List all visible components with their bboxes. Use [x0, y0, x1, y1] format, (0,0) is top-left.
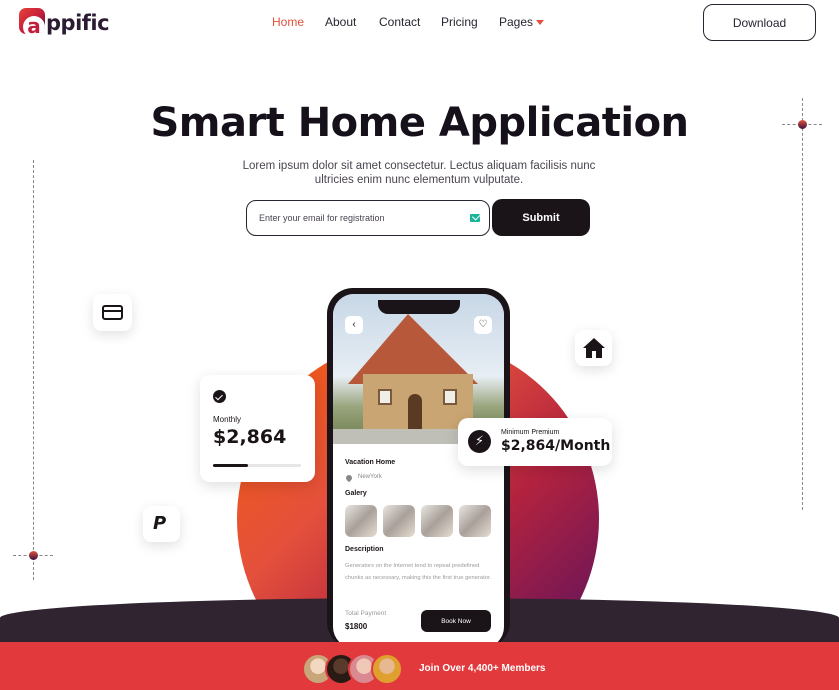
gallery-label: Galery — [345, 490, 367, 497]
hero-title: Smart Home Application — [150, 100, 689, 146]
monthly-progress-bar — [213, 464, 301, 467]
email-field-container — [246, 200, 490, 236]
mail-icon — [470, 214, 480, 222]
monthly-label: Monthly — [213, 415, 242, 424]
description-label: Description — [345, 546, 384, 553]
gallery-thumb[interactable] — [421, 505, 453, 537]
download-button[interactable]: Download — [703, 4, 816, 41]
phone-mockup: ‹ ♡ Vacation Home NewYork Galery Descrip… — [327, 288, 510, 648]
decor-dashed-line-left — [33, 160, 34, 580]
nav-item-pricing[interactable]: Pricing — [441, 15, 478, 29]
gallery-thumb[interactable] — [345, 505, 377, 537]
credit-card-badge — [93, 294, 132, 331]
premium-label: Minimum Premium — [501, 429, 560, 436]
listing-location: NewYork — [358, 474, 382, 480]
nav-item-about[interactable]: About — [325, 15, 356, 29]
premium-value: $2,864/Month — [501, 438, 611, 454]
home-icon — [583, 338, 605, 358]
members-count-text: Join Over 4,400+ Members — [419, 663, 546, 674]
monthly-value: $2,864 — [213, 426, 287, 448]
check-icon — [213, 390, 226, 403]
monthly-progress-fill — [213, 464, 249, 467]
decor-dot-left — [29, 551, 38, 560]
location-icon — [344, 473, 354, 483]
bolt-icon: ⚡ — [468, 430, 491, 453]
logo-text: ppific — [46, 11, 110, 35]
back-icon[interactable]: ‹ — [345, 316, 363, 334]
home-badge — [575, 330, 612, 366]
total-payment-label: Total Payment — [345, 610, 387, 617]
hero-subtitle: Lorem ipsum dolor sit amet consectetur. … — [242, 160, 596, 186]
gallery-thumb[interactable] — [383, 505, 415, 537]
phone-screen: ‹ ♡ Vacation Home NewYork Galery Descrip… — [333, 294, 504, 648]
logo[interactable]: a ppific — [19, 8, 114, 38]
phone-notch — [377, 300, 460, 314]
credit-card-icon — [102, 305, 123, 320]
monthly-card: Monthly $2,864 — [200, 375, 315, 482]
decor-dashed-line-right — [802, 98, 803, 510]
email-field[interactable] — [259, 201, 459, 235]
avatar — [371, 653, 403, 685]
listing-title: Vacation Home — [345, 459, 396, 466]
gallery-thumb[interactable] — [459, 505, 491, 537]
paypal-icon: P — [153, 513, 167, 534]
submit-button[interactable]: Submit — [492, 199, 590, 236]
chevron-down-icon — [536, 20, 545, 26]
total-payment-value: $1800 — [345, 622, 368, 631]
paypal-badge: P — [143, 506, 180, 542]
premium-card: ⚡ Minimum Premium $2,864/Month — [458, 418, 612, 466]
house-window — [443, 389, 457, 405]
house-door — [408, 394, 422, 429]
nav-item-pages-label: Pages — [499, 15, 534, 29]
book-now-button[interactable]: Book Now — [421, 610, 491, 632]
nav-item-home[interactable]: Home — [272, 15, 304, 29]
description-text: Generators on the Internet tend to repea… — [345, 563, 492, 581]
logo-mark-letter: a — [23, 16, 45, 38]
nav-item-pages[interactable]: Pages — [499, 15, 545, 29]
member-avatars — [302, 653, 403, 685]
house-window — [378, 389, 392, 405]
nav-item-contact[interactable]: Contact — [379, 15, 420, 29]
heart-icon[interactable]: ♡ — [474, 316, 492, 334]
